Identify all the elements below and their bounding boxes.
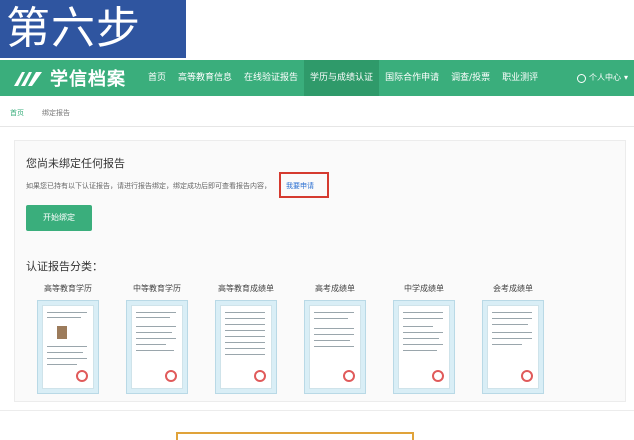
category-label-higher-education-transcript: 高等教育成绩单: [218, 284, 274, 293]
category-label-middle-school-transcript: 中学成绩单: [404, 284, 444, 293]
report-document-image: [487, 305, 539, 389]
nav-item-survey[interactable]: 调查/投票: [445, 60, 496, 96]
report-document-image: [220, 305, 272, 389]
category-label-secondary-education-diploma: 中等教育学历: [133, 284, 181, 293]
breadcrumb: 首页 绑定报告: [10, 108, 70, 118]
main-nav: 首页 高等教育信息 在线验证报告 学历与成绩认证 国际合作申请 调查/投票 职业…: [142, 60, 544, 96]
start-binding-button[interactable]: 开始绑定: [26, 205, 92, 231]
report-thumbnail-higher-education-diploma[interactable]: [37, 300, 99, 394]
report-document-image: [398, 305, 450, 389]
top-navigation-bar: 学信档案 首页 高等教育信息 在线验证报告 学历与成绩认证 国际合作申请 调查/…: [0, 60, 634, 96]
category-label-gaokao-transcript: 高考成绩单: [315, 284, 355, 293]
step-label: 第六步: [0, 0, 186, 58]
user-center-menu[interactable]: 个人中心 ▾: [576, 60, 628, 96]
annotation-box: [176, 432, 414, 440]
report-document-image: [42, 305, 94, 389]
logo-icon: [12, 68, 44, 88]
report-document-image: [309, 305, 361, 389]
user-center-label: 个人中心: [588, 73, 621, 82]
divider: [0, 410, 634, 411]
nav-item-international[interactable]: 国际合作申请: [379, 60, 445, 96]
report-thumbnail-higher-education-transcript[interactable]: [215, 300, 277, 394]
no-report-title: 您尚未绑定任何报告: [26, 157, 125, 170]
apply-link[interactable]: 我要申请: [286, 181, 314, 191]
category-label-higher-education-diploma: 高等教育学历: [44, 284, 92, 293]
category-label-huikao-transcript: 会考成绩单: [493, 284, 533, 293]
nav-item-certification[interactable]: 学历与成绩认证: [304, 60, 380, 96]
breadcrumb-current: 绑定报告: [42, 109, 70, 117]
report-document-image: [131, 305, 183, 389]
divider: [0, 126, 634, 127]
report-thumbnail-huikao-transcript[interactable]: [482, 300, 544, 394]
user-icon: [576, 73, 586, 83]
nav-item-career-test[interactable]: 职业测评: [496, 60, 544, 96]
nav-item-home[interactable]: 首页: [142, 60, 172, 96]
category-title: 认证报告分类：: [26, 260, 103, 273]
report-thumbnail-gaokao-transcript[interactable]: [304, 300, 366, 394]
nav-item-online-verification[interactable]: 在线验证报告: [238, 60, 304, 96]
brand-logo[interactable]: 学信档案: [12, 60, 126, 96]
chevron-down-icon: ▾: [623, 73, 628, 82]
report-thumbnail-middle-school-transcript[interactable]: [393, 300, 455, 394]
nav-item-higher-education[interactable]: 高等教育信息: [172, 60, 238, 96]
breadcrumb-home[interactable]: 首页: [10, 108, 24, 118]
bind-hint-text: 如果您已持有以下认证报告，请进行报告绑定，绑定成功后即可查看报告内容，: [26, 182, 271, 190]
report-thumbnail-secondary-education-diploma[interactable]: [126, 300, 188, 394]
brand-name: 学信档案: [50, 69, 126, 90]
